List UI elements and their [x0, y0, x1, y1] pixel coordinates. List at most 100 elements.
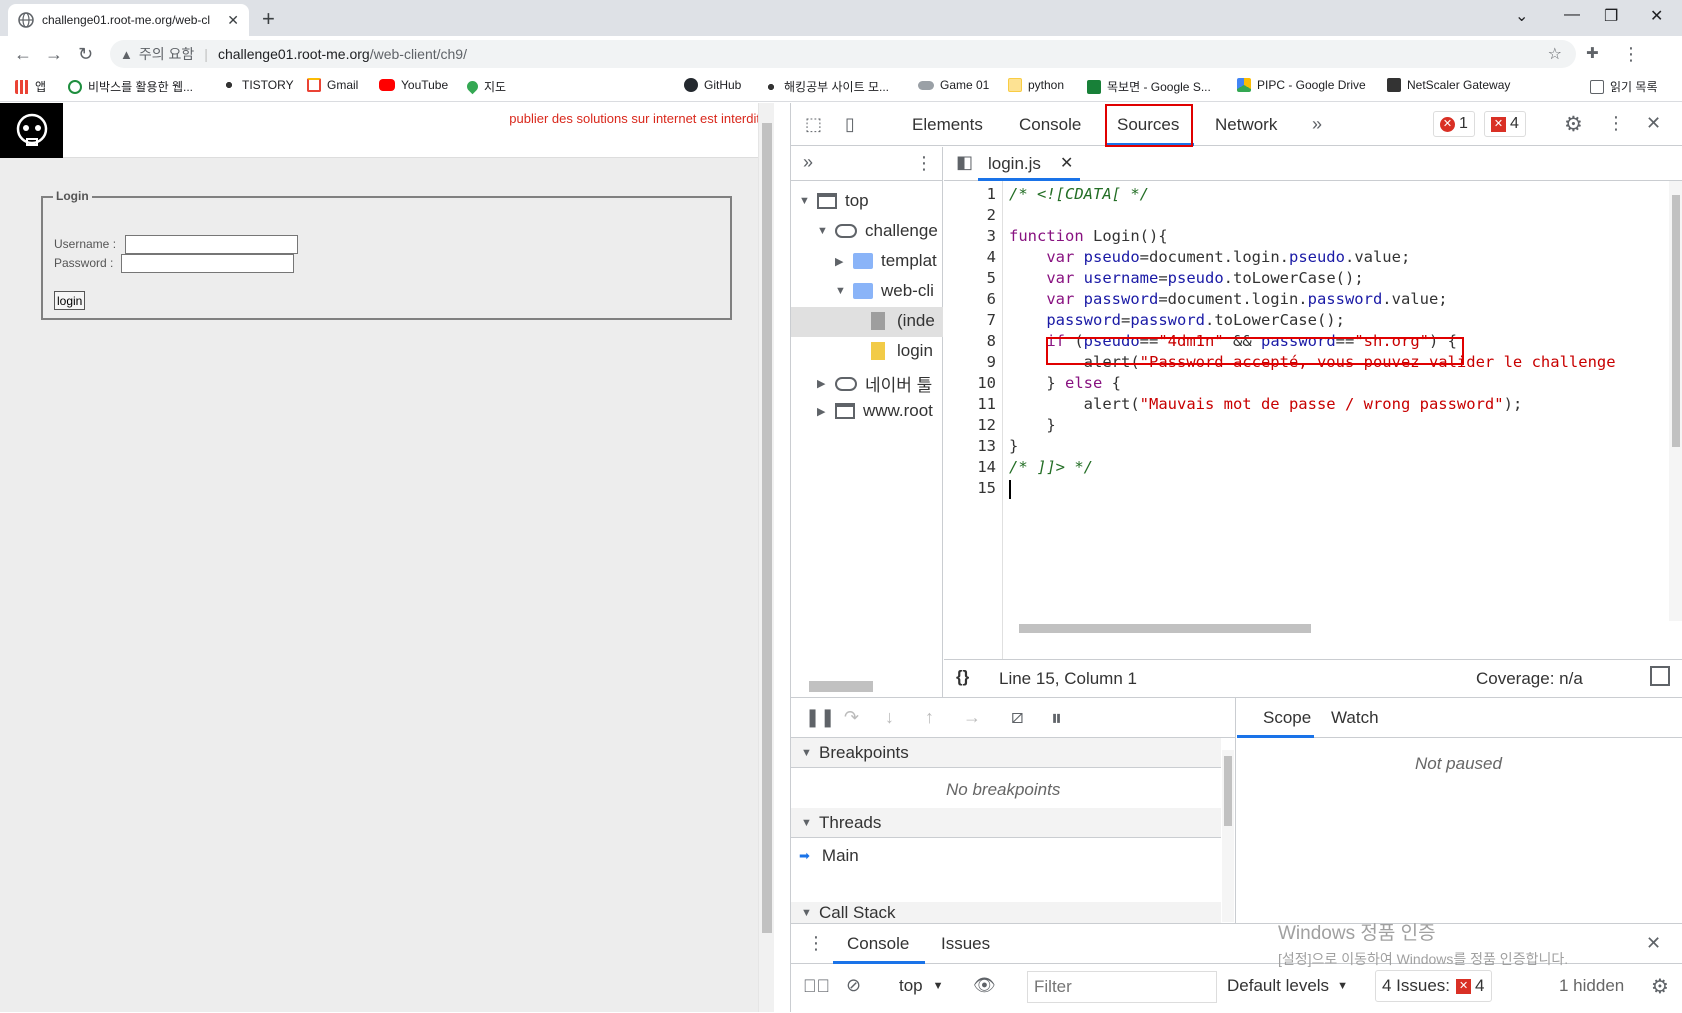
tab-network[interactable]: Network	[1215, 115, 1277, 135]
console-filter-input[interactable]	[1027, 971, 1217, 1003]
rootme-logo[interactable]	[0, 103, 63, 158]
context-selector[interactable]: top ▼	[899, 976, 944, 996]
window-close-icon[interactable]: ✕	[1650, 6, 1663, 26]
apps-icon	[15, 79, 29, 94]
bookmark-youtube[interactable]: YouTube	[379, 78, 448, 92]
tab-watch[interactable]: Watch	[1331, 708, 1379, 728]
coverage-status: Coverage: n/a	[1476, 669, 1583, 688]
back-icon[interactable]: ←	[14, 44, 32, 65]
clear-console-icon[interactable]: ⊘	[846, 975, 861, 996]
log-levels-dropdown[interactable]: Default levels ▼	[1227, 976, 1348, 996]
warning-triangle-icon[interactable]: ▲	[120, 47, 133, 62]
bookmark-github[interactable]: GitHub	[684, 78, 741, 92]
bookmark-tistory[interactable]: TISTORY	[222, 78, 294, 92]
bookmark-game[interactable]: Game 01	[918, 78, 989, 92]
tab-console[interactable]: Console	[1019, 115, 1081, 135]
debugger-scrollbar[interactable]	[1222, 750, 1234, 922]
drawer-close-icon[interactable]: ✕	[1646, 933, 1661, 954]
tab-search-icon[interactable]: ⌄	[1515, 6, 1528, 26]
pause-on-exceptions-icon[interactable]: ⏸	[1051, 705, 1062, 731]
thread-main[interactable]: ➡ Main	[799, 846, 859, 866]
bookmark-python[interactable]: python	[1008, 78, 1064, 92]
breakpoints-section[interactable]: ▼ Breakpoints	[791, 738, 1221, 768]
bookmark-gmail[interactable]: Gmail	[307, 78, 358, 92]
username-input[interactable]	[125, 235, 298, 254]
browser-tab[interactable]: challenge01.root-me.org/web-cl ✕	[8, 4, 249, 36]
navigator-hscroll-thumb[interactable]	[809, 681, 873, 692]
drawer-tab-issues[interactable]: Issues	[941, 934, 990, 954]
devtools-close-icon[interactable]: ✕	[1646, 113, 1661, 134]
threads-section[interactable]: ▼ Threads	[791, 808, 1221, 838]
tab-close-icon[interactable]: ✕	[227, 12, 239, 29]
tree-www-root[interactable]: ▶ www.root	[817, 401, 933, 421]
tree-web-client[interactable]: ▼ web-cli	[835, 281, 934, 301]
not-paused: Not paused	[1415, 754, 1502, 773]
page-scrollbar[interactable]	[758, 103, 774, 1012]
tree-naver-toolbar[interactable]: ▶ 네이버 툴	[817, 371, 932, 396]
bookmark-apps[interactable]: 앱	[15, 78, 46, 95]
toggle-navigator-icon[interactable]: ◧	[956, 152, 973, 173]
forward-icon[interactable]: →	[45, 44, 63, 65]
new-tab-icon[interactable]: +	[262, 6, 275, 32]
code-hscroll-thumb[interactable]	[1019, 624, 1311, 633]
bookmark-maps[interactable]: 지도	[464, 78, 506, 95]
more-tabs-icon[interactable]: »	[1312, 114, 1322, 135]
address-bar[interactable]: ▲ 주의 요함 | challenge01.root-me.org/web-cl…	[110, 40, 1576, 68]
tab-scope[interactable]: Scope	[1263, 708, 1311, 728]
pause-icon[interactable]: ❚❚	[805, 707, 835, 728]
inspect-element-icon[interactable]: ⬚	[805, 114, 822, 135]
tree-challenge[interactable]: ▼ challenge	[817, 221, 938, 241]
bookmark-hacking[interactable]: 해킹공부 사이트 모...	[764, 78, 889, 95]
tree-login-js[interactable]: login	[871, 341, 933, 361]
deactivate-breakpoints-icon[interactable]: ⧄	[1011, 706, 1024, 729]
code-line: /* ]]> */	[1009, 458, 1093, 476]
code-vscrollbar[interactable]	[1669, 181, 1682, 621]
coverage-icon[interactable]	[1650, 666, 1670, 686]
step-out-icon[interactable]: ↑	[925, 707, 934, 728]
console-settings-gear-icon[interactable]: ⚙	[1651, 974, 1669, 999]
bookmark-bwapp[interactable]: 비박스를 활용한 웹...	[68, 78, 193, 95]
code-vscroll-thumb[interactable]	[1672, 195, 1680, 447]
step-over-icon[interactable]: ↷	[844, 707, 859, 728]
login-button[interactable]: login	[54, 291, 86, 310]
call-stack-section[interactable]: ▼ Call Stack	[791, 902, 1221, 924]
tab-elements[interactable]: Elements	[912, 115, 983, 135]
device-toolbar-icon[interactable]: ▯	[845, 114, 855, 135]
code-editor[interactable]: 1 2 3 4 5 6 7 8 9 10 11 12 13 14 15 /* <…	[944, 181, 1682, 659]
editor-tab-login-js[interactable]: login.js	[988, 154, 1041, 174]
sources-tab-annotation	[1105, 104, 1193, 147]
issues-button[interactable]: 4 Issues: ✕ 4	[1375, 970, 1492, 1002]
issue-counter[interactable]: ✕ 4	[1484, 111, 1526, 137]
console-sidebar-icon[interactable]: ▶⃞	[803, 976, 830, 997]
bookmark-drive[interactable]: PIPC - Google Drive	[1237, 78, 1366, 92]
code-hscrollbar[interactable]	[1009, 621, 1669, 635]
password-input[interactable]	[121, 254, 294, 273]
restore-icon[interactable]: ❐	[1604, 6, 1618, 26]
reading-list[interactable]: 읽기 목록	[1590, 78, 1658, 95]
navigator-more-icon[interactable]: »	[803, 152, 813, 173]
drawer-menu-icon[interactable]: ⋮	[807, 933, 825, 954]
editor-tab-close-icon[interactable]: ✕	[1060, 153, 1073, 173]
pretty-print-icon[interactable]: {}	[956, 667, 969, 687]
debugger-scrollbar-thumb[interactable]	[1224, 756, 1232, 826]
devtools-menu-icon[interactable]: ⋮	[1607, 113, 1625, 134]
drawer-tab-console[interactable]: Console	[847, 934, 909, 954]
bookmark-netscaler[interactable]: NetScaler Gateway	[1387, 78, 1510, 92]
page-scrollbar-thumb[interactable]	[762, 123, 772, 933]
bookmark-sheets[interactable]: 목보면 - Google S...	[1087, 78, 1211, 95]
tree-top[interactable]: ▼ top	[799, 191, 869, 211]
minimize-icon[interactable]: —	[1564, 6, 1580, 24]
navigator-menu-icon[interactable]: ⋮	[915, 153, 933, 174]
tree-templates[interactable]: ▶ templat	[835, 251, 937, 271]
live-expression-eye-icon[interactable]: 👁	[973, 975, 996, 996]
bookmark-star-icon[interactable]: ☆	[1548, 44, 1562, 64]
error-counter[interactable]: ✕ 1	[1433, 111, 1475, 137]
extensions-icon[interactable]: ✚	[1586, 44, 1599, 62]
settings-gear-icon[interactable]: ⚙	[1564, 112, 1583, 137]
reload-icon[interactable]: ↻	[78, 44, 93, 65]
github-icon	[684, 78, 698, 92]
chrome-menu-icon[interactable]: ⋮	[1622, 44, 1640, 65]
step-into-icon[interactable]: ↓	[885, 707, 894, 728]
step-icon[interactable]: →	[963, 707, 981, 728]
tree-index[interactable]: (inde	[871, 311, 935, 331]
